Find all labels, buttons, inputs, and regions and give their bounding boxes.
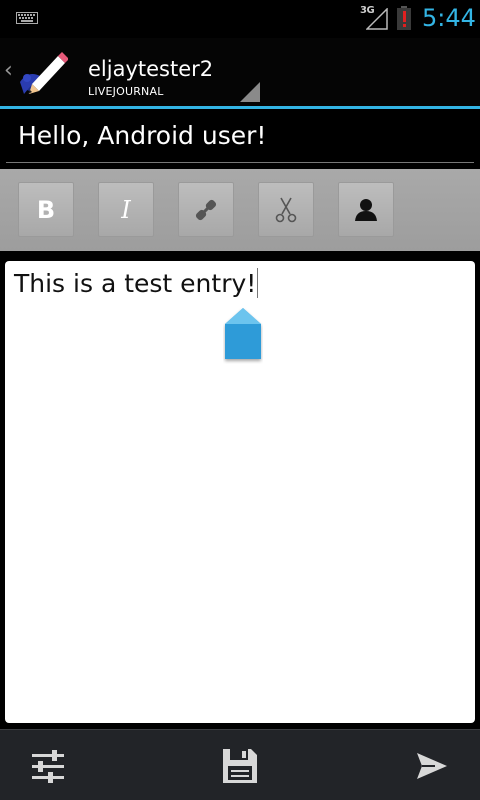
status-bar: 3G 5:44 bbox=[0, 0, 480, 38]
signal-icon bbox=[366, 8, 388, 30]
bottom-action-bar bbox=[0, 729, 480, 800]
account-name[interactable]: eljaytester2 bbox=[88, 57, 213, 81]
subject-input[interactable]: Hello, Android user! bbox=[6, 109, 474, 163]
subject-area: Hello, Android user! bbox=[0, 109, 480, 169]
send-button[interactable] bbox=[408, 742, 456, 790]
spinner-corner-icon[interactable] bbox=[240, 82, 260, 102]
save-button[interactable] bbox=[216, 742, 264, 790]
italic-label: I bbox=[121, 195, 131, 224]
user-button[interactable] bbox=[338, 182, 394, 237]
scissors-icon bbox=[275, 197, 297, 222]
entry-body-text: This is a test entry! bbox=[14, 269, 257, 298]
link-icon bbox=[195, 199, 217, 220]
text-selection-handle[interactable] bbox=[223, 307, 263, 364]
user-icon bbox=[355, 198, 377, 221]
keyboard-icon bbox=[16, 12, 38, 24]
formatting-toolbar: B I bbox=[0, 169, 480, 251]
app-pencil-logo[interactable] bbox=[18, 48, 68, 96]
settings-button[interactable] bbox=[24, 742, 72, 790]
account-type[interactable]: LIVEJOURNAL bbox=[88, 85, 164, 98]
bold-button[interactable]: B bbox=[18, 182, 74, 237]
sliders-icon bbox=[32, 750, 64, 783]
italic-button[interactable]: I bbox=[98, 182, 154, 237]
link-button[interactable] bbox=[178, 182, 234, 237]
clock: 5:44 bbox=[422, 4, 476, 32]
up-caret-icon[interactable]: ‹ bbox=[4, 58, 13, 83]
bold-label: B bbox=[36, 195, 56, 224]
send-icon bbox=[417, 753, 447, 779]
action-bar: ‹ eljaytester2 LIVEJOURNAL bbox=[0, 38, 480, 109]
floppy-icon bbox=[223, 749, 257, 783]
battery-alert-icon bbox=[397, 6, 411, 30]
text-cursor bbox=[257, 268, 259, 298]
cut-button[interactable] bbox=[258, 182, 314, 237]
